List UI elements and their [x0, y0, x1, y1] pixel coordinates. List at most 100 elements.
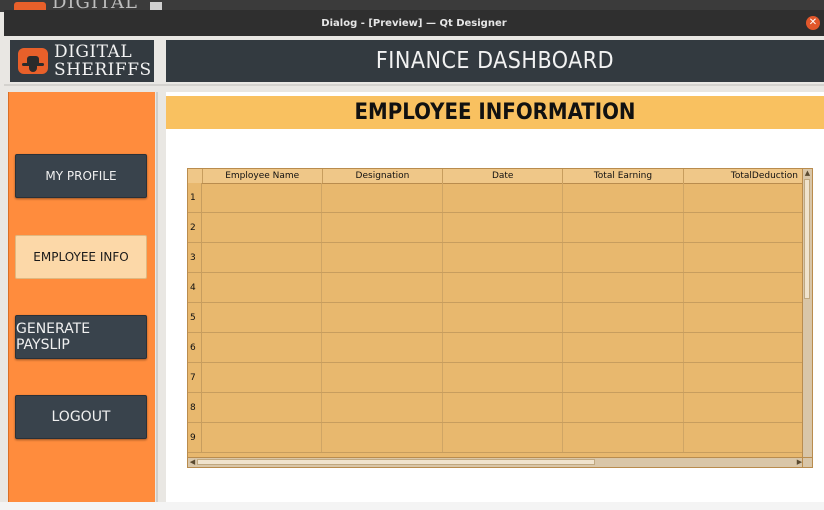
- table-row[interactable]: 5: [188, 303, 804, 333]
- column-header-employee-name[interactable]: Employee Name: [203, 169, 323, 183]
- vertical-scrollbar[interactable]: ▲: [802, 169, 812, 457]
- sidebar: MY PROFILE EMPLOYEE INFO GENERATE PAYSLI…: [8, 92, 155, 502]
- table-cell[interactable]: [443, 333, 564, 362]
- employee-table[interactable]: Employee Name Designation Date Total Ear…: [187, 168, 813, 468]
- header-divider: [4, 84, 824, 86]
- table-cell[interactable]: [322, 423, 443, 452]
- sidebar-divider: [156, 92, 158, 502]
- table-cell[interactable]: [322, 243, 443, 272]
- table-cell[interactable]: [202, 333, 323, 362]
- table-cell[interactable]: [563, 303, 684, 332]
- table-cell[interactable]: [443, 363, 564, 392]
- dashboard-title: FINANCE DASHBOARD: [375, 48, 615, 74]
- brand-logo: DIGITAL SHERIFFS: [10, 40, 154, 82]
- table-cell[interactable]: [202, 303, 323, 332]
- chevron-left-icon[interactable]: ◀: [188, 458, 197, 467]
- row-header[interactable]: 6: [188, 333, 202, 362]
- logout-button[interactable]: LOGOUT: [15, 395, 147, 439]
- table-cell[interactable]: [443, 423, 564, 452]
- table-cell[interactable]: [684, 333, 804, 362]
- horizontal-scrollbar[interactable]: ◀ ▶: [188, 457, 804, 467]
- table-cell[interactable]: [202, 363, 323, 392]
- bottom-edge: [0, 502, 824, 510]
- table-cell[interactable]: [684, 303, 804, 332]
- table-cell[interactable]: [322, 273, 443, 302]
- table-cell[interactable]: [443, 273, 564, 302]
- dashboard-title-bar: FINANCE DASHBOARD: [166, 40, 824, 82]
- table-row[interactable]: 2: [188, 213, 804, 243]
- brand-line1: DIGITAL: [54, 42, 133, 62]
- table-cell[interactable]: [202, 243, 323, 272]
- table-cell[interactable]: [563, 213, 684, 242]
- vertical-scroll-thumb[interactable]: [804, 179, 810, 299]
- table-cell[interactable]: [202, 273, 323, 302]
- brand-line2: SHERIFFS: [54, 60, 152, 80]
- sheriff-hat-icon: [18, 48, 48, 74]
- table-cell[interactable]: [563, 423, 684, 452]
- column-header-date[interactable]: Date: [443, 169, 564, 183]
- table-cell[interactable]: [322, 333, 443, 362]
- table-row[interactable]: 3: [188, 243, 804, 273]
- table-cell[interactable]: [684, 363, 804, 392]
- table-cell[interactable]: [684, 183, 804, 212]
- row-header[interactable]: 1: [188, 183, 202, 212]
- my-profile-label: MY PROFILE: [45, 169, 117, 183]
- scroll-corner: [802, 457, 812, 467]
- table-cell[interactable]: [202, 213, 323, 242]
- window-title: Dialog - [Preview] — Qt Designer: [321, 17, 507, 29]
- table-cell[interactable]: [563, 273, 684, 302]
- table-cell[interactable]: [443, 183, 564, 212]
- table-cell[interactable]: [563, 333, 684, 362]
- table-row[interactable]: 4: [188, 273, 804, 303]
- table-cell[interactable]: [563, 363, 684, 392]
- row-header[interactable]: 9: [188, 423, 202, 452]
- table-cell[interactable]: [443, 213, 564, 242]
- table-cell[interactable]: [322, 303, 443, 332]
- row-header[interactable]: 3: [188, 243, 202, 272]
- table-cell[interactable]: [322, 213, 443, 242]
- table-cell[interactable]: [322, 183, 443, 212]
- table-body: 1 2 3 4 5 6 7 8 9: [188, 183, 804, 453]
- column-header-total-deduction[interactable]: TotalDeduction: [684, 169, 804, 183]
- table-cell[interactable]: [684, 423, 804, 452]
- table-cell[interactable]: [563, 243, 684, 272]
- table-row[interactable]: 1: [188, 183, 804, 213]
- table-cell[interactable]: [684, 243, 804, 272]
- section-title: EMPLOYEE INFORMATION: [166, 96, 824, 129]
- brand-name: DIGITAL SHERIFFS: [54, 43, 152, 79]
- row-header[interactable]: 5: [188, 303, 202, 332]
- table-cell[interactable]: [202, 423, 323, 452]
- table-row[interactable]: 9: [188, 423, 804, 453]
- table-cell[interactable]: [322, 393, 443, 422]
- row-header[interactable]: 8: [188, 393, 202, 422]
- table-cell[interactable]: [202, 183, 323, 212]
- table-cell[interactable]: [563, 183, 684, 212]
- column-header-designation[interactable]: Designation: [323, 169, 444, 183]
- app-header: DIGITAL SHERIFFS FINANCE DASHBOARD: [4, 36, 824, 82]
- table-cell[interactable]: [322, 363, 443, 392]
- column-header-total-earning[interactable]: Total Earning: [563, 169, 684, 183]
- window-titlebar[interactable]: Dialog - [Preview] — Qt Designer ✕: [4, 10, 824, 36]
- table-row[interactable]: 7: [188, 363, 804, 393]
- table-cell[interactable]: [684, 273, 804, 302]
- employee-info-label: EMPLOYEE INFO: [33, 250, 129, 264]
- table-row[interactable]: 6: [188, 333, 804, 363]
- row-header[interactable]: 7: [188, 363, 202, 392]
- close-icon[interactable]: ✕: [806, 16, 820, 30]
- horizontal-scroll-thumb[interactable]: [197, 459, 595, 465]
- table-cell[interactable]: [443, 393, 564, 422]
- table-cell[interactable]: [202, 393, 323, 422]
- table-cell[interactable]: [563, 393, 684, 422]
- generate-payslip-button[interactable]: GENERATE PAYSLIP: [15, 315, 147, 359]
- table-corner-button[interactable]: [188, 169, 203, 183]
- table-row[interactable]: 8: [188, 393, 804, 423]
- table-cell[interactable]: [684, 393, 804, 422]
- chevron-up-icon[interactable]: ▲: [803, 169, 812, 178]
- my-profile-button[interactable]: MY PROFILE: [15, 154, 147, 198]
- employee-info-button[interactable]: EMPLOYEE INFO: [15, 235, 147, 279]
- row-header[interactable]: 4: [188, 273, 202, 302]
- table-cell[interactable]: [443, 243, 564, 272]
- table-cell[interactable]: [443, 303, 564, 332]
- table-cell[interactable]: [684, 213, 804, 242]
- row-header[interactable]: 2: [188, 213, 202, 242]
